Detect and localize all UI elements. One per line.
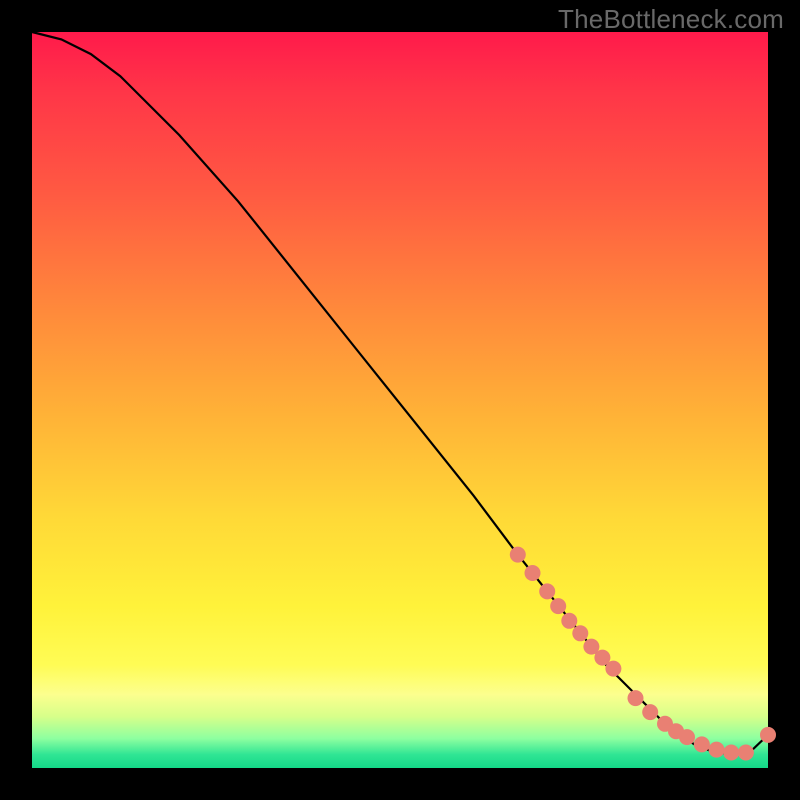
chart-svg [32, 32, 768, 768]
scatter-dot [539, 583, 555, 599]
scatter-dot [694, 736, 710, 752]
scatter-dot [723, 745, 739, 761]
plot-area [32, 32, 768, 768]
scatter-dot [525, 565, 541, 581]
scatter-dot [760, 727, 776, 743]
watermark-text: TheBottleneck.com [558, 4, 784, 35]
chart-frame: TheBottleneck.com [0, 0, 800, 800]
scatter-dot [561, 613, 577, 629]
scatter-dot [572, 625, 588, 641]
scatter-dot [738, 745, 754, 761]
scatter-dot [709, 742, 725, 758]
scatter-dot [628, 690, 644, 706]
scatter-dot [605, 661, 621, 677]
bottleneck-curve-path [32, 32, 768, 753]
scatter-dots [510, 547, 776, 761]
scatter-dot [679, 729, 695, 745]
scatter-dot [510, 547, 526, 563]
scatter-dot [550, 598, 566, 614]
scatter-dot [642, 704, 658, 720]
